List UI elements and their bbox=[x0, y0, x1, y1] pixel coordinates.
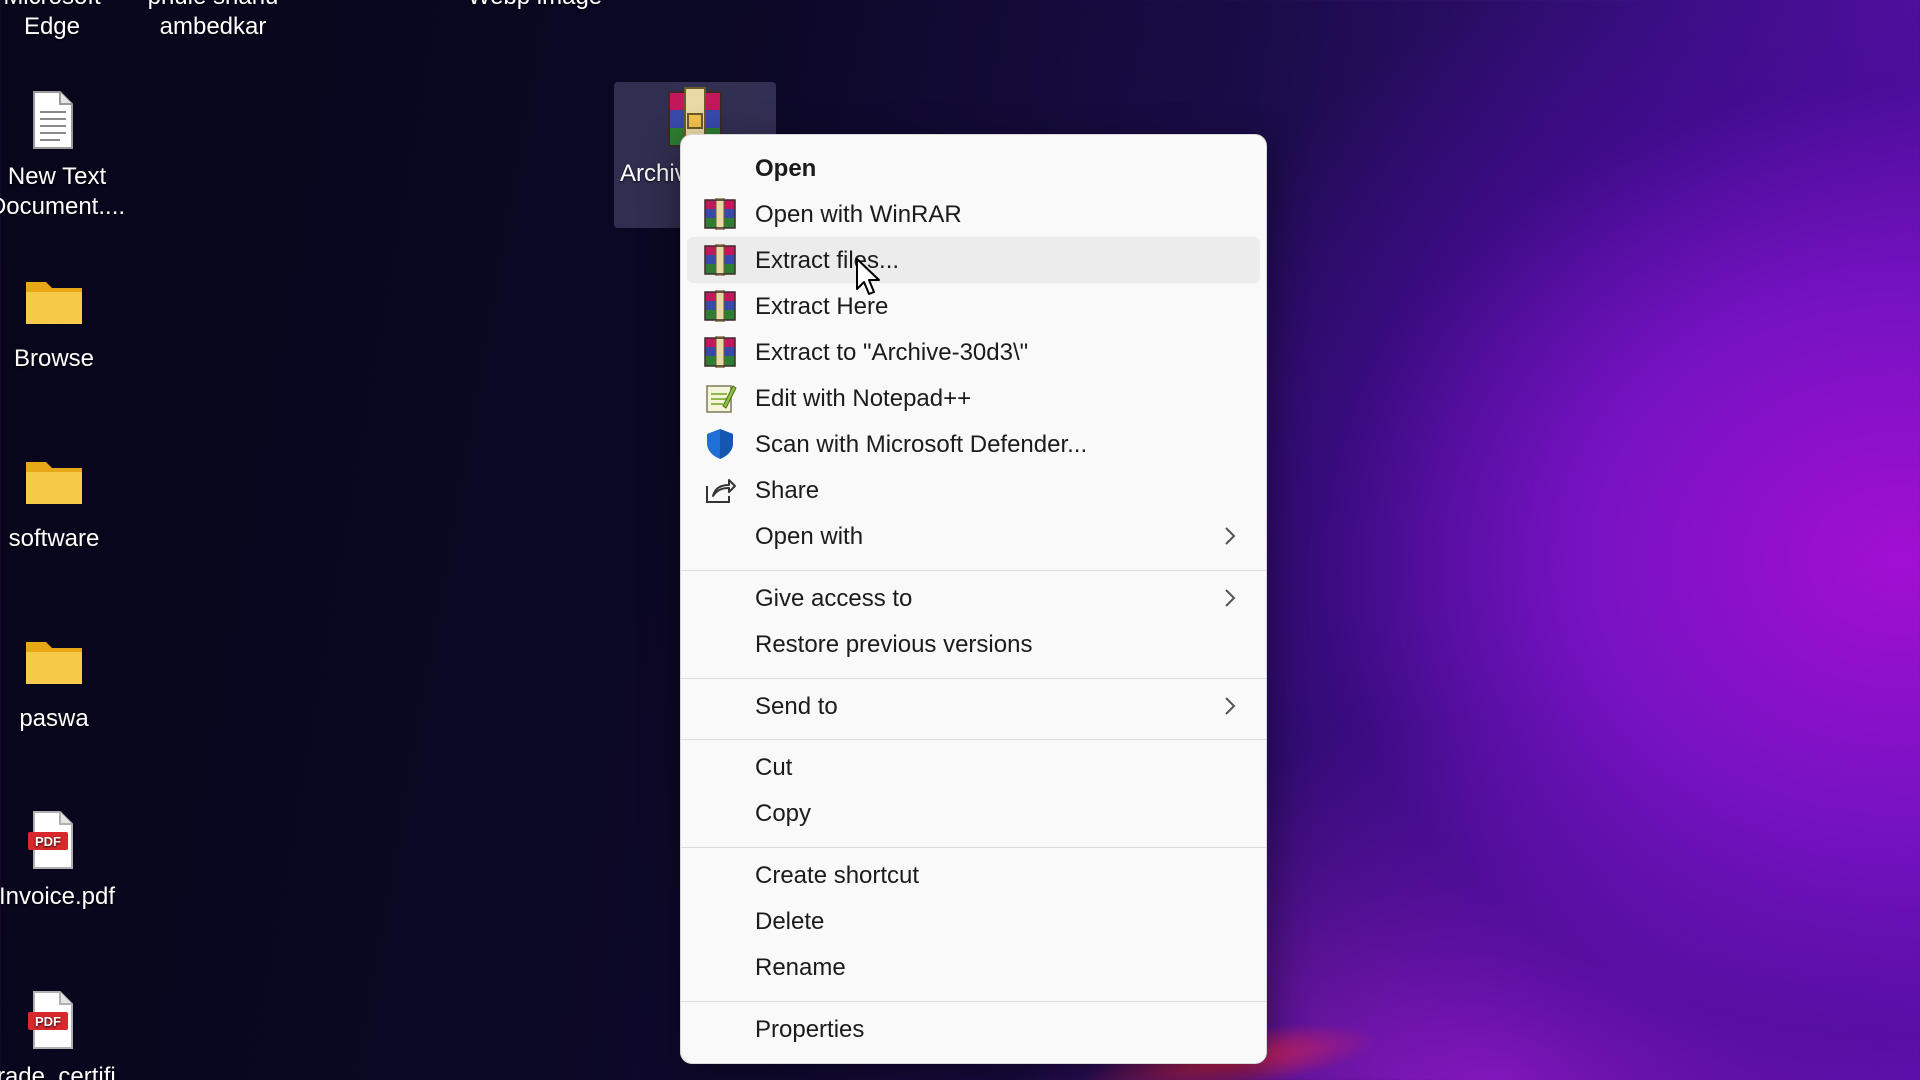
menu-item-label: Open bbox=[755, 155, 817, 182]
chevron-right-icon bbox=[1225, 589, 1236, 607]
menu-separator bbox=[681, 847, 1266, 848]
menu-item-open-with-winrar[interactable]: Open with WinRAR bbox=[687, 191, 1260, 237]
menu-item-restore-previous-versions[interactable]: Restore previous versions bbox=[687, 621, 1260, 667]
menu-item-label: Send to bbox=[755, 693, 838, 720]
desktop-icon-label: Webp image bbox=[468, 0, 602, 12]
menu-item-label: Properties bbox=[755, 1016, 865, 1043]
pdf-badge-text: PDF bbox=[35, 834, 61, 849]
notepad-plus-plus-icon bbox=[706, 385, 737, 413]
desktop-icon-browse[interactable]: Browse bbox=[0, 270, 129, 374]
winrar-icon bbox=[704, 290, 736, 322]
menu-item-label: Edit with Notepad++ bbox=[755, 385, 972, 412]
menu-item-label: Open with bbox=[755, 523, 864, 550]
menu-item-copy[interactable]: Copy bbox=[687, 790, 1260, 836]
menu-item-label: Scan with Microsoft Defender... bbox=[755, 431, 1088, 458]
winrar-icon bbox=[704, 198, 736, 230]
menu-separator bbox=[681, 1001, 1266, 1002]
menu-item-delete[interactable]: Delete bbox=[687, 898, 1260, 944]
desktop-icon-label: Microsoft Edge bbox=[3, 0, 100, 40]
menu-item-send-to[interactable]: Send to bbox=[687, 683, 1260, 729]
menu-item-edit-with-notepad-plus-plus[interactable]: Edit with Notepad++ bbox=[687, 375, 1260, 421]
desktop-icon-phule-shahu-ambedkar[interactable]: phule shahu ambedkar bbox=[138, 0, 288, 42]
desktop-icon-paswa[interactable]: paswa bbox=[0, 630, 129, 734]
menu-separator bbox=[681, 570, 1266, 571]
desktop-icon-software[interactable]: software bbox=[0, 450, 129, 554]
chevron-right-icon bbox=[1225, 697, 1236, 715]
menu-item-share[interactable]: Share bbox=[687, 467, 1260, 513]
desktop-icon-label: phule shahu ambedkar bbox=[148, 0, 279, 40]
menu-item-label: Restore previous versions bbox=[755, 631, 1033, 658]
desktop-icon-invoice-pdf[interactable]: PDF Invoice.pdf bbox=[0, 808, 127, 912]
desktop-icon-label: New Text Document.... bbox=[0, 163, 126, 220]
defender-shield-icon bbox=[707, 429, 733, 459]
desktop-icon-label: paswa bbox=[19, 705, 89, 732]
menu-item-extract-files[interactable]: Extract files... bbox=[687, 237, 1260, 283]
desktop-icon-microsoft-edge[interactable]: Microsoft Edge bbox=[0, 0, 127, 42]
pdf-badge-text: PDF bbox=[35, 1014, 61, 1029]
desktop-icon-label: Grade_certifi... bbox=[0, 1063, 136, 1080]
menu-item-label: Create shortcut bbox=[755, 862, 920, 889]
folder-icon bbox=[26, 642, 82, 684]
menu-item-label: Share bbox=[755, 477, 820, 504]
menu-separator bbox=[681, 678, 1266, 679]
desktop-icon-webp-image[interactable]: Webp image bbox=[460, 0, 610, 12]
menu-item-label: Cut bbox=[755, 754, 793, 781]
menu-item-rename[interactable]: Rename bbox=[687, 944, 1260, 990]
share-icon bbox=[706, 479, 736, 503]
menu-item-label: Delete bbox=[755, 908, 825, 935]
context-menu: Open Open with WinRAR Extract files... E… bbox=[680, 134, 1267, 1064]
menu-item-label: Extract to "Archive-30d3\" bbox=[755, 339, 1029, 366]
menu-item-properties[interactable]: Properties bbox=[687, 1006, 1260, 1052]
menu-item-label: Give access to bbox=[755, 585, 913, 612]
desktop-icon-label: Browse bbox=[13, 345, 95, 372]
menu-item-create-shortcut[interactable]: Create shortcut bbox=[687, 852, 1260, 898]
menu-item-open-with[interactable]: Open with bbox=[687, 513, 1260, 559]
desktop-icon-label: Invoice.pdf bbox=[0, 883, 116, 910]
menu-item-extract-to-folder[interactable]: Extract to "Archive-30d3\" bbox=[687, 329, 1260, 375]
winrar-icon bbox=[704, 336, 736, 368]
menu-item-open[interactable]: Open bbox=[687, 145, 1260, 191]
desktop-icon-grade-certificate-pdf[interactable]: PDF Grade_certifi... bbox=[0, 988, 136, 1080]
menu-item-scan-with-microsoft-defender[interactable]: Scan with Microsoft Defender... bbox=[687, 421, 1260, 467]
text-document-icon bbox=[33, 91, 73, 149]
menu-item-cut[interactable]: Cut bbox=[687, 744, 1260, 790]
menu-item-label: Copy bbox=[755, 800, 812, 827]
mouse-pointer-icon bbox=[856, 258, 880, 295]
menu-item-extract-here[interactable]: Extract Here bbox=[687, 283, 1260, 329]
menu-item-label: Rename bbox=[755, 954, 846, 981]
desktop-icon-label: software bbox=[8, 525, 100, 552]
folder-icon bbox=[26, 462, 82, 504]
pdf-icon: PDF bbox=[28, 991, 73, 1049]
chevron-right-icon bbox=[1225, 527, 1236, 545]
menu-separator bbox=[681, 739, 1266, 740]
pdf-icon: PDF bbox=[28, 811, 73, 869]
winrar-icon bbox=[704, 244, 736, 276]
menu-item-give-access-to[interactable]: Give access to bbox=[687, 575, 1260, 621]
folder-icon bbox=[26, 282, 82, 324]
menu-item-label: Open with WinRAR bbox=[755, 201, 962, 228]
desktop-icon-new-text-document[interactable]: New Text Document.... bbox=[0, 88, 127, 222]
